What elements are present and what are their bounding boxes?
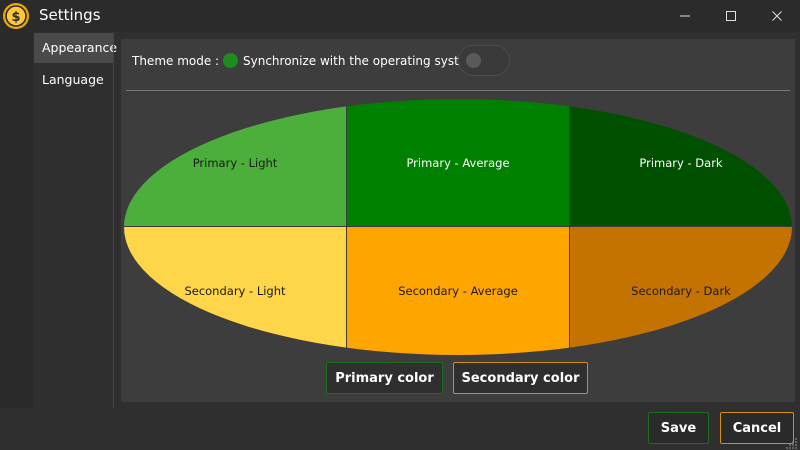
resize-grip-icon[interactable] <box>786 437 798 449</box>
sidebar-divider <box>113 32 114 408</box>
secondary-color-button[interactable]: Secondary color <box>453 362 588 394</box>
save-button[interactable]: Save <box>648 412 709 444</box>
swatch-label: Primary - Average <box>406 155 510 170</box>
window-title: Settings <box>39 6 101 24</box>
sidebar-rail <box>0 32 33 408</box>
swatch-label: Primary - Dark <box>639 155 723 170</box>
minimize-button[interactable] <box>662 0 708 32</box>
swatch-secondary-average[interactable]: Secondary - Average <box>347 227 569 355</box>
sidebar-item-language[interactable]: Language <box>34 65 113 95</box>
swatch-primary-average[interactable]: Primary - Average <box>347 99 569 226</box>
close-button[interactable] <box>754 0 800 32</box>
sync-toggle[interactable] <box>458 45 510 76</box>
swatch-label: Secondary - Dark <box>631 284 731 298</box>
primary-color-button[interactable]: Primary color <box>326 362 443 394</box>
section-divider <box>126 90 790 91</box>
swatch-secondary-light[interactable]: Secondary - Light <box>124 227 346 355</box>
maximize-button[interactable] <box>708 0 754 32</box>
title-bar: $ Settings <box>0 0 800 32</box>
swatch-label: Primary - Light <box>192 155 278 170</box>
sync-label: Synchronize with the operating system <box>243 54 478 68</box>
cancel-button[interactable]: Cancel <box>720 412 794 444</box>
sync-indicator <box>223 53 238 68</box>
swatch-label: Secondary - Light <box>184 284 286 298</box>
sidebar-item-appearance[interactable]: Appearance <box>34 33 117 63</box>
swatch-secondary-dark[interactable]: Secondary - Dark <box>570 227 792 355</box>
toggle-knob <box>466 53 481 68</box>
grid-divider <box>124 226 792 227</box>
theme-mode-label: Theme mode : <box>132 54 220 68</box>
svg-text:$: $ <box>11 10 20 25</box>
swatch-label: Secondary - Average <box>398 284 518 298</box>
minimize-icon <box>680 15 690 17</box>
swatch-primary-light[interactable]: Primary - Light <box>124 99 346 226</box>
close-icon <box>772 11 782 21</box>
grid-divider <box>346 99 347 355</box>
swatch-primary-dark[interactable]: Primary - Dark <box>570 99 792 226</box>
coin-dollar-icon: $ <box>3 3 29 29</box>
grid-divider <box>569 99 570 355</box>
color-swatch-grid: Primary - Light Primary - Average Primar… <box>124 99 792 355</box>
appearance-panel: Theme mode : Synchronize with the operat… <box>121 39 795 402</box>
maximize-icon <box>726 11 736 21</box>
